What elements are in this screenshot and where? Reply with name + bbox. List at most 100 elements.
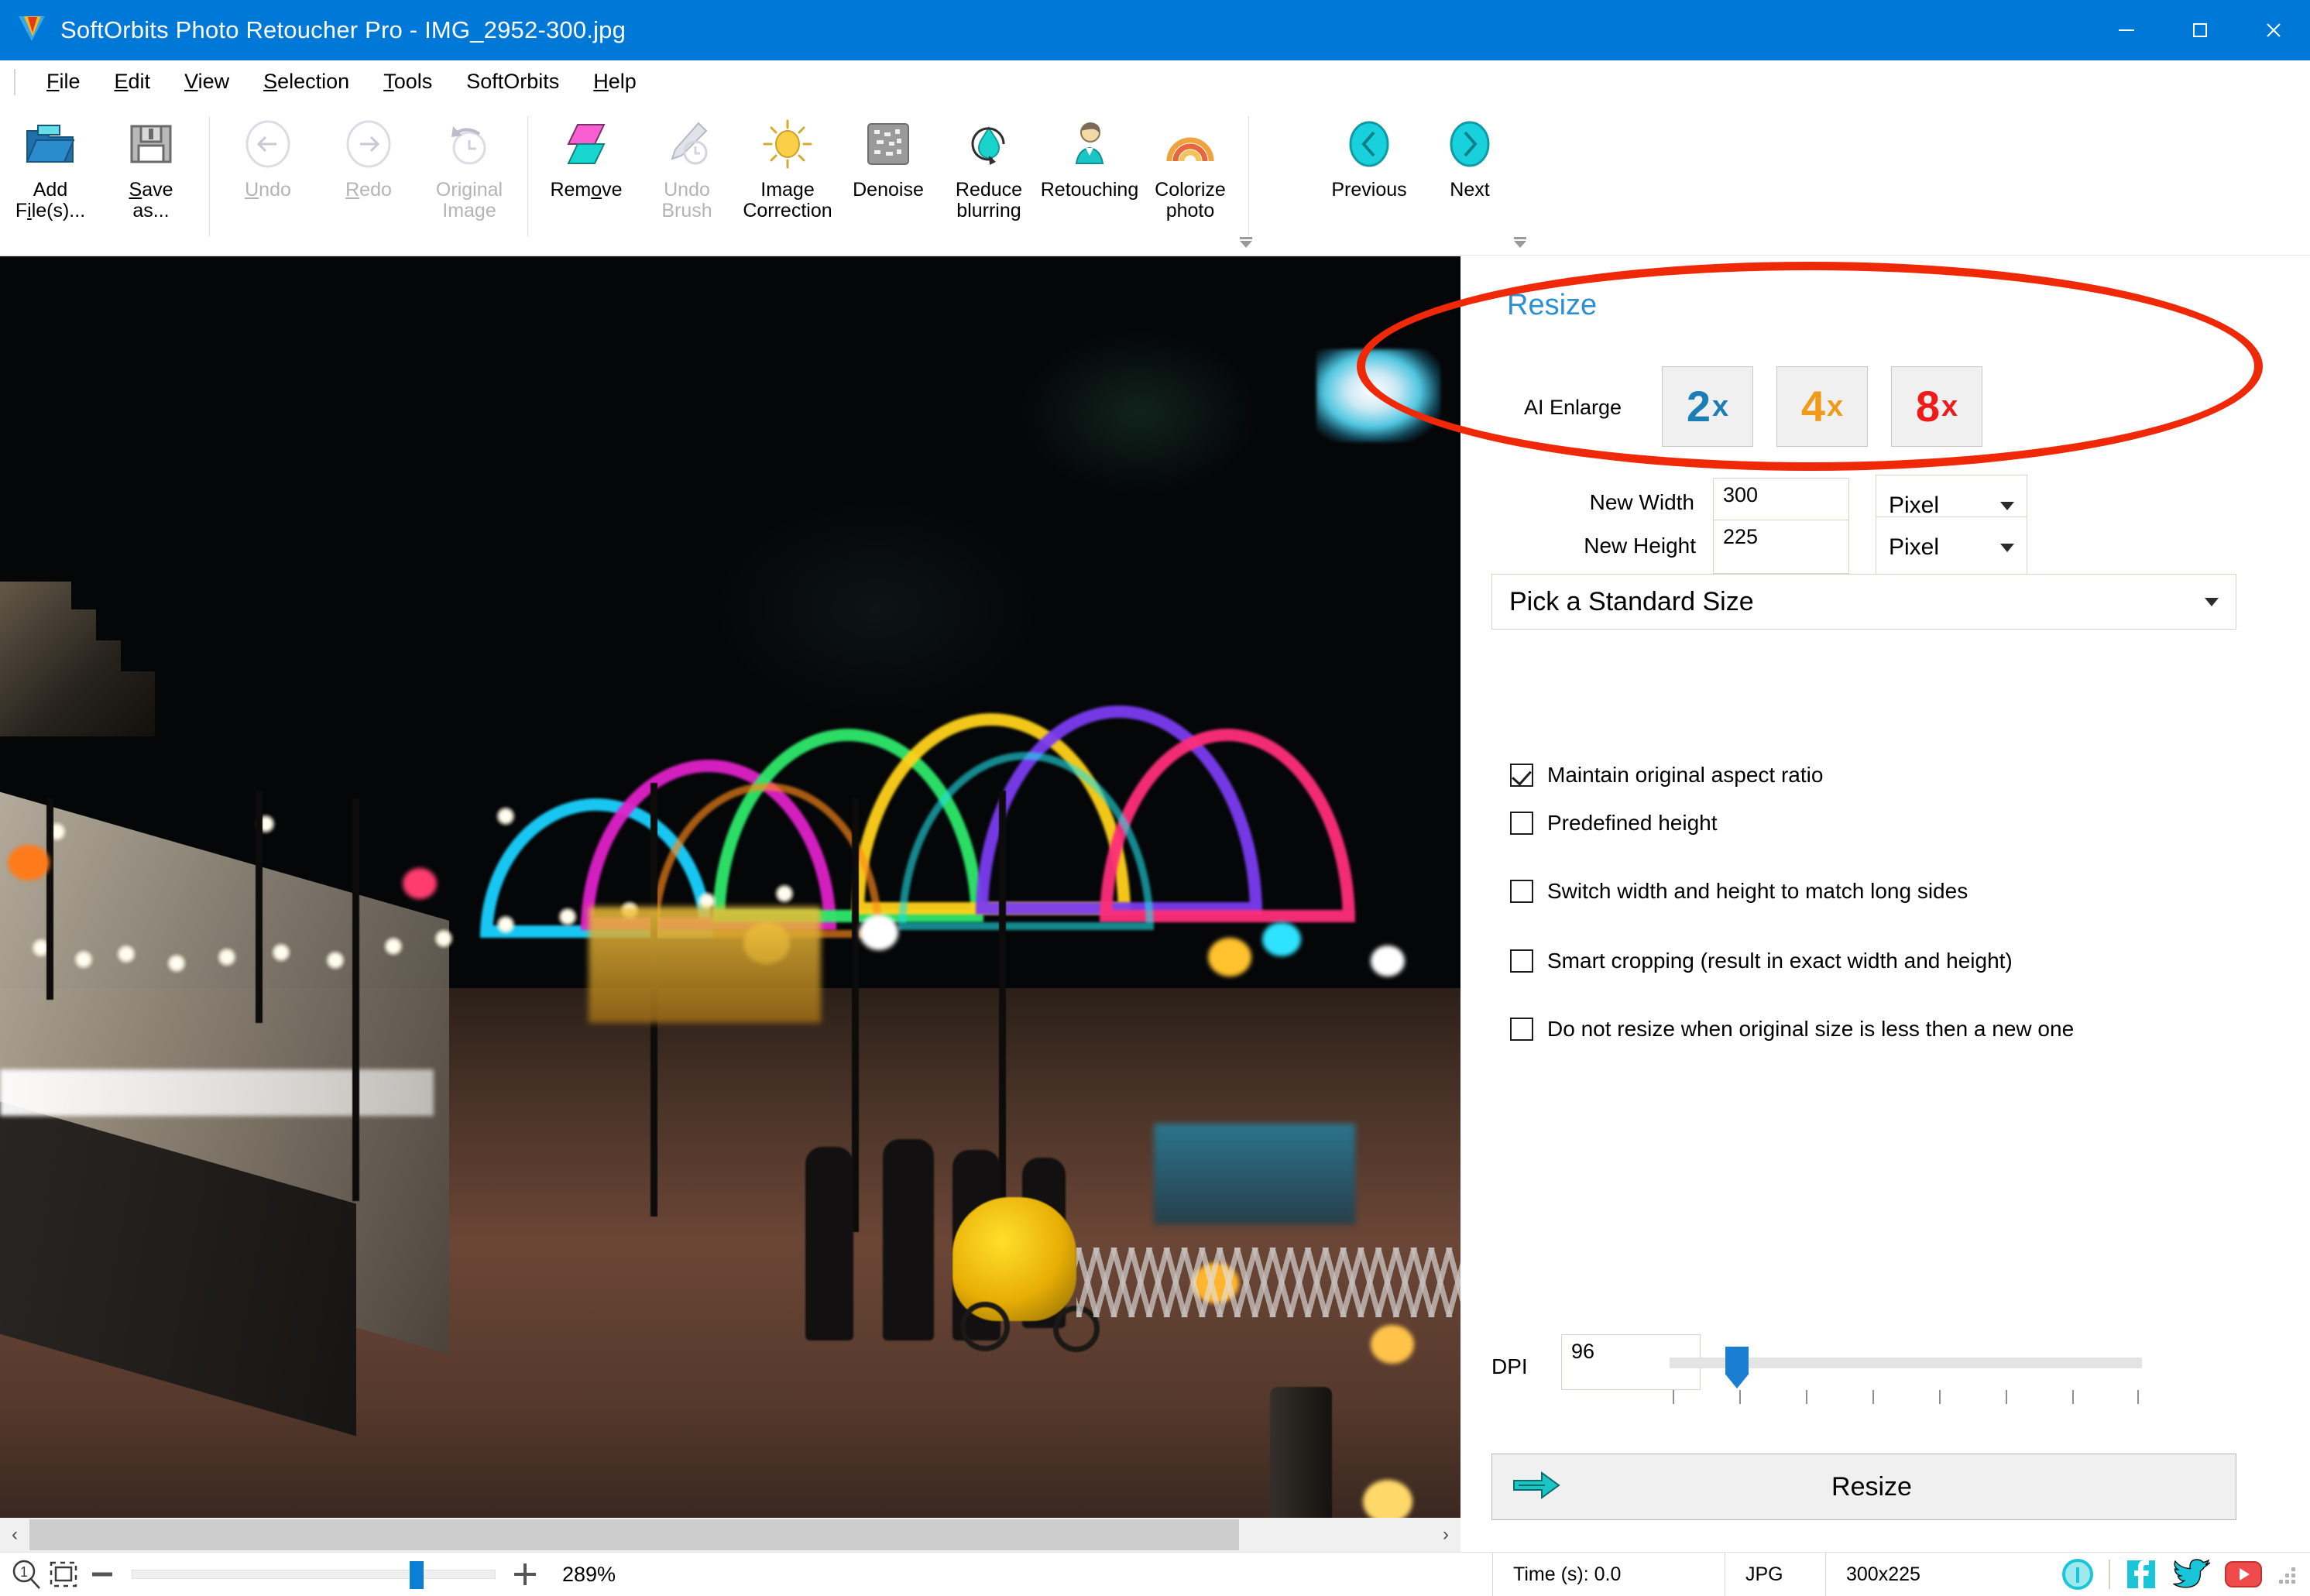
sun-icon <box>760 115 815 173</box>
toolbar-separator <box>209 116 210 236</box>
resize-button[interactable]: Resize <box>1491 1454 2236 1520</box>
fit-to-window-icon[interactable] <box>45 1558 82 1591</box>
new-height-input[interactable]: 225 <box>1713 520 1849 574</box>
undo-brush-icon <box>661 115 712 173</box>
zoom-out-button[interactable] <box>82 1560 122 1589</box>
new-height-unit-dropdown[interactable]: Pixel <box>1876 517 2027 578</box>
checkbox-label-predefined-height: Predefined height <box>1547 811 1718 835</box>
ai-enlarge-row: AI Enlarge 2 x 4 x 8 x <box>1462 360 2310 453</box>
image-correction-label: Image Correction <box>743 179 832 221</box>
checkbox-box-switch-width-height[interactable] <box>1510 880 1533 903</box>
checkbox-box-smart-cropping[interactable] <box>1510 949 1533 973</box>
twitter-icon[interactable] <box>2172 1554 2212 1594</box>
arrow-left-circle-icon <box>242 115 293 173</box>
title-bar: SoftOrbits Photo Retoucher Pro - IMG_295… <box>0 0 2310 60</box>
canvas-horizontal-scrollbar[interactable]: ‹ › <box>0 1518 1460 1552</box>
ai-8x-suffix: x <box>1941 390 1958 423</box>
toolbar-group-tools: Remove Undo Brush Image Correction Denoi… <box>536 104 1257 256</box>
previous-label: Previous <box>1331 179 1407 201</box>
menu-item-selection[interactable]: Selection <box>246 66 366 98</box>
denoise-button[interactable]: Denoise <box>838 104 939 201</box>
toolbar-expand-icon-2[interactable] <box>1514 237 1526 248</box>
folder-open-icon <box>22 115 78 173</box>
svg-text:1: 1 <box>20 1564 28 1580</box>
original-image-label: Original Image <box>435 179 503 221</box>
checkbox-box-maintain-aspect-ratio[interactable] <box>1510 764 1533 787</box>
undo-brush-button[interactable]: Undo Brush <box>637 104 737 221</box>
dpi-label: DPI <box>1491 1354 1528 1378</box>
ai-enlarge-4x-button[interactable]: 4 x <box>1776 366 1868 447</box>
standard-size-dropdown[interactable]: Pick a Standard Size <box>1491 574 2236 630</box>
image-correction-button[interactable]: Image Correction <box>737 104 838 221</box>
scroll-right-icon[interactable]: › <box>1431 1518 1460 1552</box>
ai-enlarge-8x-button[interactable]: 8 x <box>1891 366 1982 447</box>
scrollbar-thumb[interactable] <box>29 1519 1239 1550</box>
facebook-icon[interactable] <box>2121 1554 2161 1594</box>
menu-item-help[interactable]: Help <box>576 66 654 98</box>
reduce-blurring-button[interactable]: Reduce blurring <box>939 104 1039 221</box>
ai-enlarge-2x-button[interactable]: 2 x <box>1662 366 1753 447</box>
minimize-button[interactable] <box>2089 0 2163 60</box>
zoom-slider-thumb[interactable] <box>410 1561 424 1589</box>
remove-patch-icon <box>561 115 612 173</box>
previous-button[interactable]: Previous <box>1319 104 1419 201</box>
clock-revert-icon <box>444 115 495 173</box>
next-button[interactable]: Next <box>1419 104 1520 201</box>
remove-button[interactable]: Remove <box>536 104 637 201</box>
denoise-label: Denoise <box>853 179 924 201</box>
checkbox-box-do-not-resize[interactable] <box>1510 1018 1533 1041</box>
close-button[interactable] <box>2236 0 2310 60</box>
image-canvas[interactable] <box>0 256 1460 1518</box>
dpi-slider-thumb[interactable] <box>1725 1347 1749 1388</box>
retouching-button[interactable]: Retouching <box>1039 104 1140 201</box>
status-format: JPG <box>1725 1552 1825 1596</box>
checkbox-box-predefined-height[interactable] <box>1510 812 1533 835</box>
maximize-button[interactable] <box>2163 0 2236 60</box>
dpi-slider-ticks <box>1673 1390 2145 1404</box>
menu-item-file[interactable]: File <box>29 66 98 98</box>
redo-button[interactable]: Redo <box>318 104 419 201</box>
colorize-photo-button[interactable]: Colorize photo <box>1140 104 1241 221</box>
app-logo-icon <box>17 15 48 46</box>
checkbox-maintain-aspect-ratio[interactable]: Maintain original aspect ratio <box>1510 763 1823 788</box>
scrollbar-track[interactable] <box>29 1518 1431 1552</box>
checkbox-do-not-resize[interactable]: Do not resize when original size is less… <box>1510 1017 2074 1042</box>
window-controls <box>2089 0 2310 60</box>
ai-4x-number: 4 <box>1800 382 1825 431</box>
panel-title: Resize <box>1507 289 1598 321</box>
menu-item-edit[interactable]: Edit <box>98 66 168 98</box>
zoom-slider[interactable] <box>132 1561 496 1589</box>
status-time: Time (s): 0.0 <box>1492 1552 1725 1596</box>
ai-8x-number: 8 <box>1915 382 1940 431</box>
undo-label: Undo <box>245 179 291 201</box>
menu-item-tools[interactable]: Tools <box>366 66 449 98</box>
colorize-photo-label: Colorize photo <box>1155 179 1226 221</box>
original-image-button[interactable]: Original Image <box>419 104 520 221</box>
menu-item-softorbits[interactable]: SoftOrbits <box>449 66 576 98</box>
menu-item-view[interactable]: View <box>167 66 246 98</box>
arrow-right-circle-icon <box>343 115 394 173</box>
checkbox-switch-width-height[interactable]: Switch width and height to match long si… <box>1510 879 1968 904</box>
zoom-in-button[interactable] <box>505 1559 545 1590</box>
toolbar-expand-icon[interactable] <box>1240 237 1252 248</box>
add-files-button[interactable]: Add File(s)... <box>0 104 101 221</box>
resize-panel: Resize AI Enlarge 2 x 4 x 8 x New Width … <box>1462 256 2310 1552</box>
new-width-unit-value: Pixel <box>1889 493 1940 518</box>
resize-grip-icon[interactable] <box>2279 1563 2299 1586</box>
undo-button[interactable]: Undo <box>218 104 318 201</box>
chevron-down-icon <box>2205 597 2219 606</box>
zoom-1to1-icon[interactable]: 1 <box>8 1558 45 1591</box>
reduce-blurring-label: Reduce blurring <box>955 179 1023 221</box>
rainbow-icon <box>1163 115 1217 173</box>
ai-enlarge-label: AI Enlarge <box>1524 396 1622 419</box>
chevron-right-circle-icon <box>1444 115 1495 173</box>
youtube-icon[interactable] <box>2223 1554 2264 1594</box>
arrow-right-icon <box>1511 1468 1562 1506</box>
checkbox-smart-cropping[interactable]: Smart cropping (result in exact width an… <box>1510 949 2013 973</box>
checkbox-predefined-height[interactable]: Predefined height <box>1510 811 1718 836</box>
dpi-slider[interactable] <box>1670 1347 2145 1404</box>
info-icon[interactable] <box>2058 1554 2098 1594</box>
save-as-button[interactable]: Save as... <box>101 104 201 221</box>
scroll-left-icon[interactable]: ‹ <box>0 1518 29 1552</box>
floppy-disk-icon <box>126 115 176 173</box>
